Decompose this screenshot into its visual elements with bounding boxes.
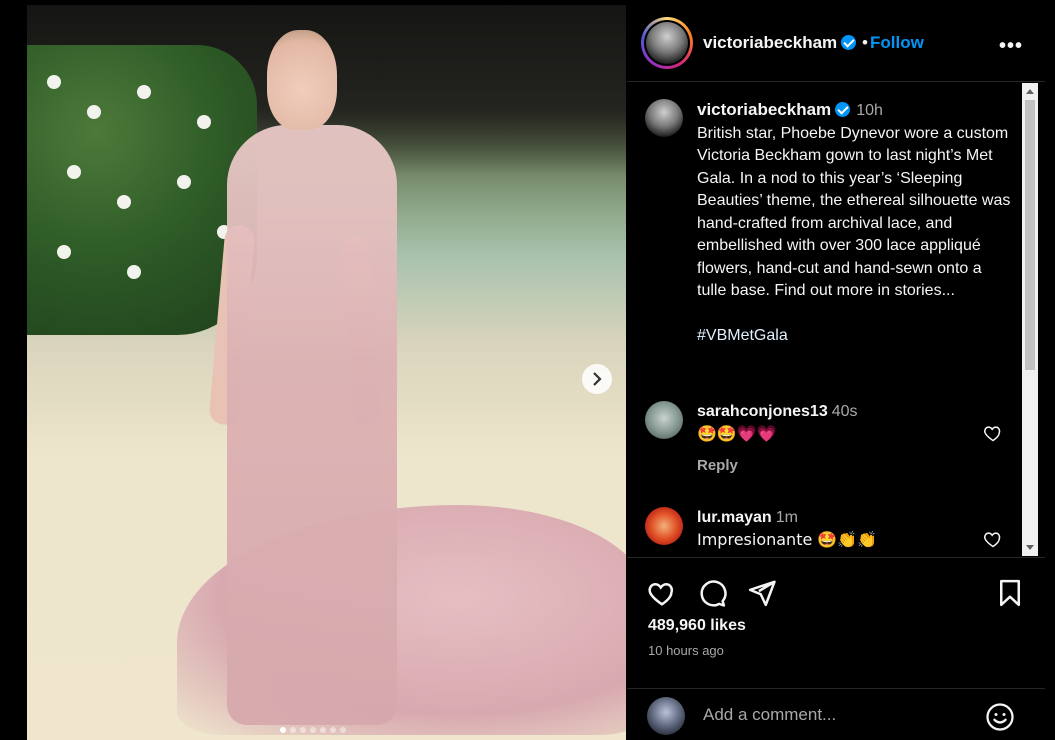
like-comment-heart-icon[interactable]: [983, 423, 1003, 443]
post-header: victoriabeckham • Follow •••: [627, 5, 1045, 82]
bookmark-icon[interactable]: [995, 578, 1025, 608]
comment-input[interactable]: [703, 705, 963, 725]
comment-username[interactable]: sarahconjones13: [697, 403, 828, 420]
verified-icon: [841, 35, 857, 50]
post-image[interactable]: [27, 5, 626, 740]
post-timestamp: 10 hours ago: [648, 643, 724, 658]
avatar[interactable]: [645, 99, 683, 137]
comment-text: Impresionante 🤩👏👏: [697, 530, 878, 549]
comment-time: 1m: [775, 509, 798, 526]
carousel-dot: [310, 727, 316, 733]
carousel-dot: [280, 727, 286, 733]
scroll-up-icon[interactable]: [1026, 89, 1034, 94]
verified-icon: [835, 102, 851, 117]
emoji-icon[interactable]: [985, 702, 1015, 732]
comment-username[interactable]: lur.mayan: [697, 509, 772, 526]
left-margin: [0, 0, 27, 740]
reply-button[interactable]: Reply: [697, 455, 967, 477]
share-icon[interactable]: [747, 578, 777, 608]
comment-icon[interactable]: [697, 578, 727, 608]
avatar[interactable]: [645, 507, 683, 545]
carousel-dot: [290, 727, 296, 733]
story-ring[interactable]: [641, 17, 693, 69]
pink-gown: [227, 125, 397, 725]
header-username[interactable]: victoriabeckham: [703, 33, 857, 53]
chevron-right-icon: [593, 372, 602, 386]
likes-count[interactable]: 489,960 likes: [648, 617, 746, 635]
post-side-panel: victoriabeckham • Follow ••• victoriabec…: [627, 5, 1045, 740]
heart-icon[interactable]: [647, 578, 677, 608]
caption-text: British star, Phoebe Dynevor wore a cust…: [697, 124, 1011, 300]
caption-username[interactable]: victoriabeckham: [697, 100, 831, 119]
carousel-dot: [340, 727, 346, 733]
carousel-next-button[interactable]: [582, 364, 612, 394]
hashtag-link[interactable]: #VBMetGala: [697, 325, 1015, 348]
avatar: [647, 697, 685, 735]
more-options-button[interactable]: •••: [999, 35, 1023, 58]
comment-text: 🤩🤩💗💗: [697, 424, 777, 443]
scrollbar[interactable]: [1022, 83, 1038, 556]
carousel-dots: [280, 727, 346, 733]
comment-time: 40s: [831, 403, 858, 420]
carousel-dot: [320, 727, 326, 733]
separator: •: [862, 33, 868, 52]
comment-composer: [627, 688, 1045, 740]
avatar: [646, 22, 688, 64]
carousel-dot: [300, 727, 306, 733]
carousel-dot: [330, 727, 336, 733]
model-head: [267, 30, 337, 130]
avatar[interactable]: [645, 401, 683, 439]
scrollbar-thumb[interactable]: [1025, 100, 1035, 370]
comments-scroll-area[interactable]: victoriabeckham 10h British star, Phoebe …: [627, 83, 1032, 556]
scroll-down-icon[interactable]: [1026, 545, 1034, 550]
like-comment-heart-icon[interactable]: [983, 529, 1003, 549]
caption-time: 10h: [856, 102, 883, 119]
follow-button[interactable]: Follow: [870, 33, 924, 53]
